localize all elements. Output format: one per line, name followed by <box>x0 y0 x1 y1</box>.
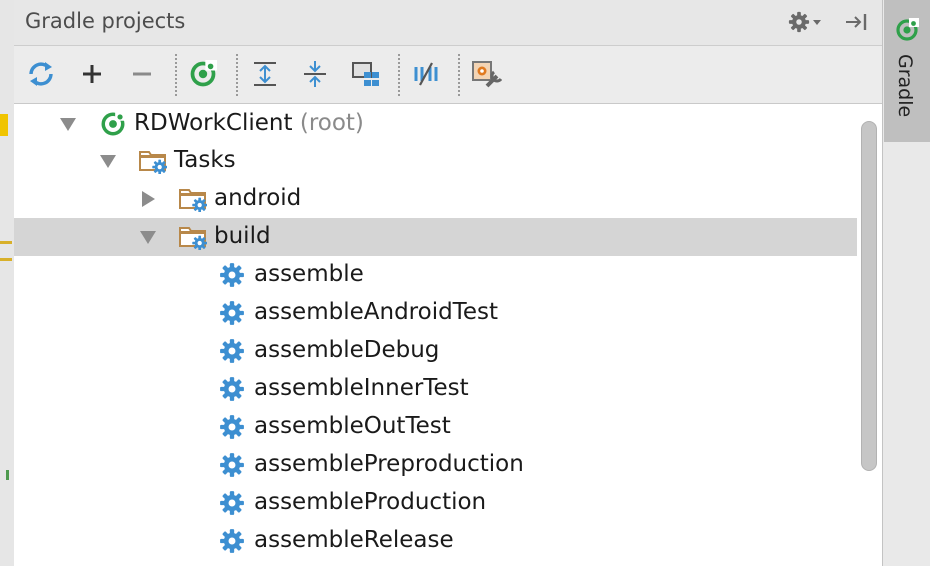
collapse-all-icon[interactable] <box>298 57 332 91</box>
task-gear-icon <box>219 528 245 554</box>
gutter-marker <box>0 114 8 136</box>
collapse-arrow-icon[interactable] <box>142 191 155 207</box>
remove-icon[interactable] <box>125 57 159 91</box>
expand-arrow-icon[interactable] <box>100 155 116 168</box>
add-icon[interactable] <box>75 57 109 91</box>
gradle-icon <box>895 18 919 42</box>
gradle-tab-label: Gradle <box>894 54 916 118</box>
toolbar-separator <box>236 54 238 96</box>
task-row[interactable]: assembleRelease <box>14 522 857 560</box>
task-folder-icon <box>179 224 207 250</box>
task-label: assembleOutTest <box>254 413 451 439</box>
tool-window-bar: Gradle <box>882 0 930 566</box>
task-gear-icon <box>219 414 245 440</box>
gradle-toolbar <box>14 46 882 104</box>
expand-all-icon[interactable] <box>248 57 282 91</box>
toolbar-separator <box>458 54 460 96</box>
task-label: assembleRelease <box>254 527 454 553</box>
task-gear-icon <box>219 490 245 516</box>
task-label: assembleAndroidTest <box>254 299 498 325</box>
task-folder-icon <box>139 148 167 174</box>
toolbar-separator <box>398 54 400 96</box>
expand-arrow-icon[interactable] <box>140 231 156 244</box>
task-row[interactable]: assemble <box>14 256 857 294</box>
tree-node-build[interactable]: build <box>14 218 857 256</box>
task-row[interactable]: assembleInnerTest <box>14 370 857 408</box>
task-row[interactable]: assembleAndroidTest <box>14 294 857 332</box>
task-gear-icon <box>219 452 245 478</box>
toolbar-separator <box>175 54 177 96</box>
gradle-settings-icon[interactable] <box>469 57 503 91</box>
task-folder-icon <box>179 186 207 212</box>
expand-arrow-icon[interactable] <box>60 118 76 131</box>
root-project-name: RDWorkClient <box>134 110 293 136</box>
panel-header: Gradle projects <box>14 0 882 46</box>
panel-header-actions <box>788 8 868 36</box>
panel-title: Gradle projects <box>25 9 186 33</box>
tasks-label: Tasks <box>174 147 236 173</box>
gutter-marker <box>6 470 9 480</box>
task-label: assemble <box>254 261 364 287</box>
root-suffix: (root) <box>299 110 364 136</box>
tree-node-root[interactable]: RDWorkClient (root) <box>14 105 857 143</box>
editor-gutter-strip <box>0 0 15 566</box>
hide-panel-icon[interactable] <box>844 11 868 33</box>
tree-node-android[interactable]: android <box>14 180 857 218</box>
task-gear-icon <box>219 300 245 326</box>
task-gear-icon <box>219 376 245 402</box>
gradle-execute-icon[interactable] <box>186 57 220 91</box>
tree-scrollbar[interactable] <box>861 121 877 471</box>
gradle-projects-panel: Gradle projects RDWorkClient (root) Task… <box>14 0 882 566</box>
task-gear-icon <box>219 338 245 364</box>
toggle-offline-icon[interactable] <box>409 57 443 91</box>
task-row[interactable]: assembleOutTest <box>14 408 857 446</box>
task-label: assemblePreproduction <box>254 451 524 477</box>
task-gear-icon <box>219 262 245 288</box>
group-modules-icon[interactable] <box>349 57 383 91</box>
task-label: assembleInnerTest <box>254 375 469 401</box>
task-row[interactable]: assembleProduction <box>14 484 857 522</box>
task-row[interactable]: assembleDebug <box>14 332 857 370</box>
gradle-project-tree: RDWorkClient (root) Tasks android build … <box>14 104 882 566</box>
gutter-marker <box>0 258 12 261</box>
gutter-marker <box>0 241 12 244</box>
task-label: assembleProduction <box>254 489 487 515</box>
settings-gear-icon[interactable] <box>788 11 822 33</box>
gradle-tool-tab[interactable]: Gradle <box>884 0 930 142</box>
task-label: assembleDebug <box>254 337 440 363</box>
gradle-icon <box>99 111 127 137</box>
task-row[interactable]: assemblePreproduction <box>14 446 857 484</box>
build-label: build <box>214 223 271 249</box>
android-label: android <box>214 185 302 211</box>
tree-node-tasks[interactable]: Tasks <box>14 142 857 180</box>
refresh-icon[interactable] <box>24 57 58 91</box>
